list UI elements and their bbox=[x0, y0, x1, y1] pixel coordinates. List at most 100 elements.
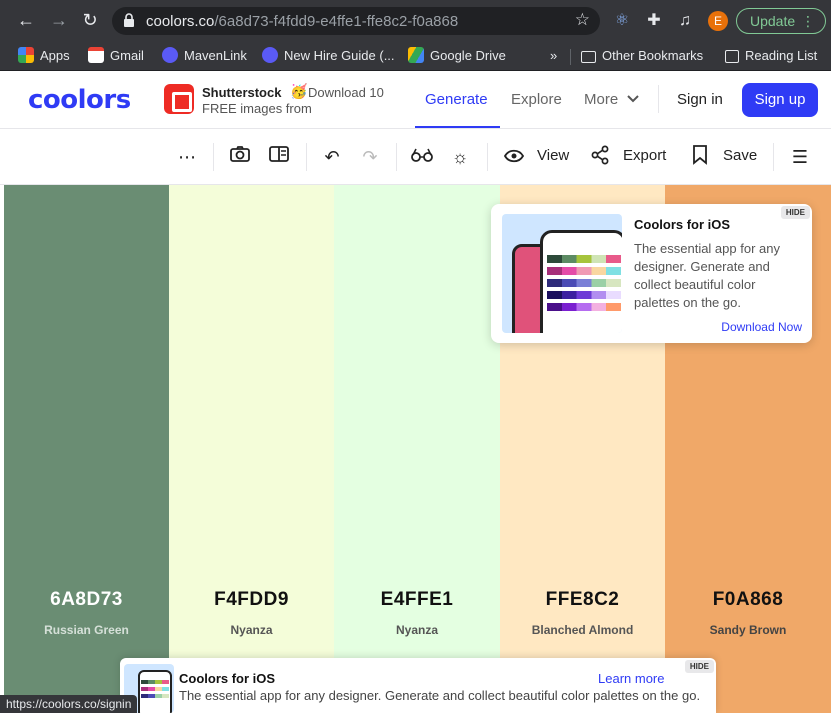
browser-toolbar: ← → ↻ coolors.co/6a8d73-f4fdd9-e4ffe1-ff… bbox=[0, 0, 831, 41]
ad-emoji: 🥳 bbox=[290, 83, 308, 99]
sun-icon[interactable]: ☼ bbox=[448, 145, 472, 169]
address-bar[interactable]: coolors.co/6a8d73-f4fdd9-e4ffe1-ffe8c2-f… bbox=[112, 7, 600, 35]
reading-list-label: Reading List bbox=[745, 48, 818, 63]
eye-icon[interactable] bbox=[502, 145, 526, 169]
toolbar-divider bbox=[213, 143, 214, 171]
camera-icon[interactable] bbox=[228, 145, 252, 169]
ad-text-line2[interactable]: FREE images from bbox=[202, 101, 312, 116]
bookmark-label: MavenLink bbox=[184, 48, 247, 63]
swatch-hex[interactable]: F0A868 bbox=[665, 589, 831, 611]
other-bookmarks-label: Other Bookmarks bbox=[602, 48, 704, 63]
update-label: Update bbox=[750, 13, 796, 29]
swatch-name: Nyanza bbox=[395, 623, 439, 637]
swatch-hex[interactable]: E4FFE1 bbox=[334, 589, 500, 611]
swatch-name: Nyanza bbox=[230, 623, 273, 637]
color-swatch[interactable]: E4FFE1 Nyanza bbox=[334, 185, 500, 713]
bookmarks-divider bbox=[570, 49, 571, 65]
app-header: coolors Shutterstock 🥳 Download 10 FREE … bbox=[0, 71, 831, 129]
url-path: /6a8d73-f4fdd9-e4ffe1-ffe8c2-f0a868 bbox=[214, 13, 459, 30]
hide-card-button[interactable]: HIDE bbox=[780, 206, 810, 219]
palette-toolbar: ⋯ ↶ ↷ ☼ View Export Save ☰ bbox=[0, 129, 831, 185]
glasses-icon[interactable] bbox=[410, 145, 434, 169]
bookmark-apps[interactable]: Apps bbox=[18, 45, 70, 67]
update-button[interactable]: Update ⋮ bbox=[736, 8, 826, 34]
ios-card-title: Coolors for iOS bbox=[634, 217, 731, 232]
bookmark-icon[interactable] bbox=[688, 145, 712, 169]
sign-in-link[interactable]: Sign in bbox=[677, 91, 723, 108]
swatch-name: Blanched Almond bbox=[531, 623, 634, 637]
toolbar-divider bbox=[306, 143, 307, 171]
ios-card-body: The essential app for any designer. Gene… bbox=[634, 241, 780, 310]
share-icon[interactable] bbox=[588, 145, 612, 169]
bookmark-label: Google Drive bbox=[430, 48, 506, 63]
reload-icon[interactable]: ↻ bbox=[78, 8, 102, 32]
export-label[interactable]: Export bbox=[623, 147, 666, 164]
bookmarks-bar: Apps Gmail MavenLink New Hire Guide (...… bbox=[0, 41, 831, 71]
hide-banner-button[interactable]: HIDE bbox=[684, 660, 714, 673]
bookmark-new-hire-guide[interactable]: New Hire Guide (... bbox=[262, 45, 395, 67]
url-host: coolors.co bbox=[146, 13, 215, 30]
undo-icon[interactable]: ↶ bbox=[320, 145, 344, 169]
bookmarks-overflow[interactable]: » bbox=[550, 45, 557, 67]
swatch-name: Sandy Brown bbox=[709, 623, 787, 637]
forward-arrow-icon[interactable]: → bbox=[47, 8, 71, 32]
ad-title[interactable]: Shutterstock bbox=[202, 85, 281, 100]
nav-explore[interactable]: Explore bbox=[511, 91, 562, 108]
ios-promo-card[interactable]: HIDE Coolors for iOS The essential app f… bbox=[491, 204, 812, 343]
toolbar-divider bbox=[773, 143, 774, 171]
react-devtools-icon[interactable]: ⚛ bbox=[611, 10, 633, 32]
nav-more[interactable]: More bbox=[584, 91, 640, 108]
download-now-link[interactable]: Download Now bbox=[721, 320, 802, 334]
mavenlink-icon bbox=[262, 47, 278, 63]
bookmark-label: Gmail bbox=[110, 48, 144, 63]
reading-list[interactable]: Reading List bbox=[725, 45, 817, 67]
swatch-name: Russian Green bbox=[44, 623, 129, 637]
sign-up-button[interactable]: Sign up bbox=[742, 83, 818, 117]
ad-text-line1[interactable]: Download 10 bbox=[308, 85, 384, 100]
bottom-ios-banner[interactable]: Coolors for iOS The essential app for an… bbox=[120, 658, 716, 713]
swatch-hex[interactable]: F4FDD9 bbox=[169, 589, 334, 611]
status-bar-url: https://coolors.co/signin bbox=[0, 695, 138, 713]
redo-icon[interactable]: ↷ bbox=[358, 145, 382, 169]
phone-screenshot-image bbox=[502, 214, 622, 333]
apps-grid-icon bbox=[18, 47, 34, 63]
more-options-icon[interactable]: ⋯ bbox=[175, 145, 199, 169]
nav-generate[interactable]: Generate bbox=[425, 91, 488, 108]
banner-title: Coolors for iOS bbox=[179, 671, 276, 686]
view-label[interactable]: View bbox=[537, 147, 569, 164]
hamburger-menu-icon[interactable]: ☰ bbox=[788, 145, 812, 169]
mavenlink-icon bbox=[162, 47, 178, 63]
kebab-menu-icon: ⋮ bbox=[801, 13, 815, 29]
bookmark-label: New Hire Guide (... bbox=[284, 48, 395, 63]
nav-more-label: More bbox=[584, 91, 619, 108]
bookmark-google-drive[interactable]: Google Drive bbox=[408, 45, 506, 67]
color-swatch[interactable]: F4FDD9 Nyanza bbox=[169, 185, 334, 713]
media-queue-icon[interactable]: ♫ bbox=[674, 10, 696, 32]
toolbar-divider bbox=[487, 143, 488, 171]
gmail-icon bbox=[88, 47, 104, 63]
header-divider bbox=[658, 85, 659, 113]
swatch-hex[interactable]: 6A8D73 bbox=[4, 589, 169, 611]
shutterstock-logo-icon[interactable] bbox=[164, 84, 194, 114]
bookmark-mavenlink[interactable]: MavenLink bbox=[162, 45, 247, 67]
reading-list-icon bbox=[725, 50, 739, 63]
image-palette-icon[interactable] bbox=[267, 145, 291, 169]
save-label[interactable]: Save bbox=[723, 147, 757, 164]
swatch-hex[interactable]: FFE8C2 bbox=[500, 589, 665, 611]
nav-active-underline bbox=[415, 126, 500, 128]
bookmark-star-icon[interactable]: ☆ bbox=[575, 10, 590, 30]
url-text: coolors.co/6a8d73-f4fdd9-e4ffe1-ffe8c2-f… bbox=[146, 13, 458, 30]
color-swatch[interactable]: 6A8D73 Russian Green bbox=[4, 185, 169, 713]
back-arrow-icon[interactable]: ← bbox=[14, 8, 38, 32]
other-bookmarks[interactable]: Other Bookmarks bbox=[581, 45, 703, 67]
bookmark-label: Apps bbox=[40, 48, 70, 63]
toolbar-divider bbox=[396, 143, 397, 171]
profile-avatar[interactable]: E bbox=[708, 11, 728, 31]
extensions-puzzle-icon[interactable]: ✚ bbox=[643, 10, 665, 32]
bookmark-gmail[interactable]: Gmail bbox=[88, 45, 144, 67]
google-drive-icon bbox=[408, 47, 424, 63]
lock-icon bbox=[124, 13, 134, 27]
learn-more-link[interactable]: Learn more bbox=[598, 671, 664, 686]
coolors-logo[interactable]: coolors bbox=[28, 85, 131, 115]
banner-body: The essential app for any designer. Gene… bbox=[179, 688, 701, 703]
